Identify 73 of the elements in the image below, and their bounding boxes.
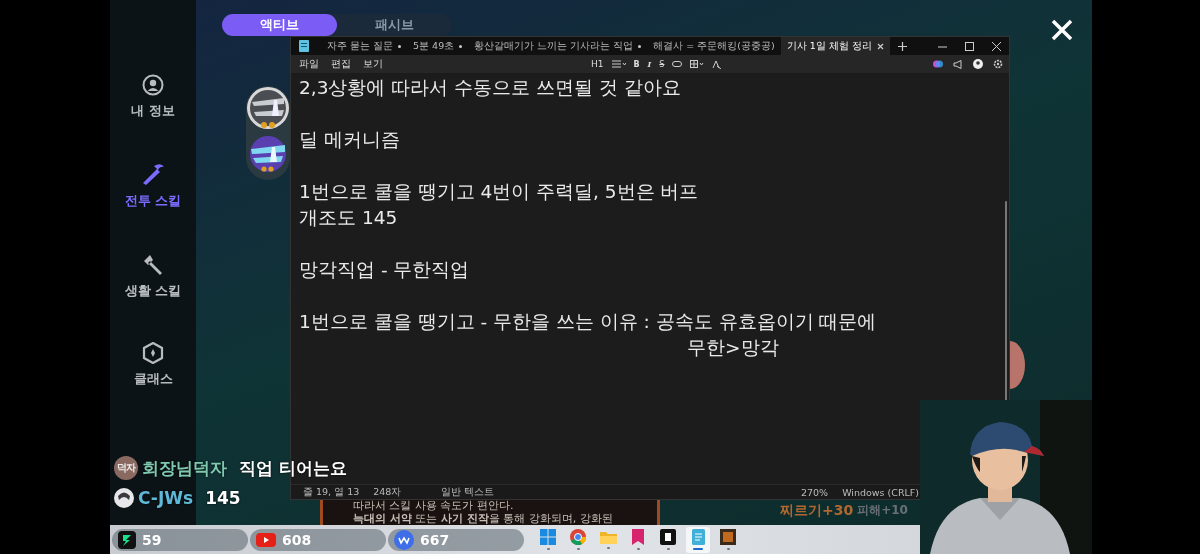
circle-logo-icon xyxy=(394,529,414,550)
format-button[interactable]: B xyxy=(633,59,640,69)
maximize-icon[interactable] xyxy=(965,41,974,51)
unsaved-dot xyxy=(398,44,402,48)
document-tab[interactable]: 5분 49초 xyxy=(407,37,469,55)
skill-icon[interactable] xyxy=(246,86,290,130)
menu-item[interactable]: 편집 xyxy=(331,57,351,71)
settings-icon[interactable] xyxy=(993,59,1003,69)
bookmark-icon xyxy=(632,529,644,545)
copilot-icon[interactable] xyxy=(933,59,943,69)
start-icon xyxy=(540,529,556,545)
menu-item[interactable]: 보기 xyxy=(363,57,383,71)
viewer-count: 667 xyxy=(420,531,450,548)
text-line: 개조도 145 xyxy=(299,206,398,230)
unsaved-dot xyxy=(638,44,642,48)
close-icon[interactable] xyxy=(992,41,1001,51)
app-icon xyxy=(660,529,676,545)
sidebar-item[interactable]: 클래스 xyxy=(133,342,173,388)
play-icon xyxy=(256,532,276,547)
chat-message: 145 xyxy=(205,488,241,508)
text-line: 무한>망각 xyxy=(686,336,779,360)
table-icon[interactable] xyxy=(690,60,705,68)
viewer-count: 608 xyxy=(282,531,312,548)
megaphone-icon[interactable] xyxy=(953,59,963,69)
text-line: 1번으로 쿨을 땡기고 4번이 주력딜, 5번은 버프 xyxy=(299,180,699,204)
tab[interactable]: 패시브 xyxy=(337,14,452,36)
folder-icon xyxy=(599,530,617,544)
document-tab[interactable]: 황산갈매기가 느끼는 기사라는 직업 xyxy=(468,37,648,55)
chat-message: 직업 티어는요 xyxy=(239,456,347,480)
skill-icon[interactable] xyxy=(248,134,288,174)
character-count: 248자 xyxy=(373,485,402,499)
chat-username: 회장님덕자 xyxy=(142,456,227,480)
document-tab[interactable]: 기사 1일 체험 정리 xyxy=(780,37,890,55)
link-icon[interactable] xyxy=(672,61,683,67)
sidebar-item[interactable]: 생활 스킬 xyxy=(124,252,182,300)
chat-username: C-JWs xyxy=(138,488,194,508)
stat-text: 찌르기+30 xyxy=(780,502,854,520)
sidebar-item[interactable]: 전투 스킬 xyxy=(124,162,182,210)
app-icon xyxy=(720,529,736,545)
new-tab-icon[interactable] xyxy=(897,41,907,51)
line-ending: Windows (CRLF) xyxy=(842,486,919,498)
cursor-position: 줄 19, 열 13 xyxy=(303,485,360,499)
browser-icon xyxy=(570,529,586,545)
stat-text: 피해+10 xyxy=(857,502,908,519)
menu-item[interactable]: 파일 xyxy=(299,57,319,71)
description-text: 늑대의 서약 또는 사기 진작을 통해 강화되며, 강화된 xyxy=(353,512,613,525)
text-line: 1번으로 쿨을 땡기고 - 무한을 쓰는 이유 : 공속도 유효옵이기 때문에 xyxy=(299,310,877,334)
sidebar-item[interactable]: 내 정보 xyxy=(131,74,175,120)
notepad-icon xyxy=(299,40,309,52)
heading-dropdown[interactable]: H1 xyxy=(591,59,604,69)
orb-icon xyxy=(1010,340,1026,390)
scrollbar[interactable] xyxy=(1005,201,1007,401)
document-tab[interactable]: 해결사 = 주문해킹(공중공) xyxy=(647,37,781,55)
close-icon[interactable] xyxy=(876,42,884,50)
viewer-count: 59 xyxy=(142,531,162,548)
account-icon[interactable] xyxy=(973,59,983,69)
text-line: 망각직업 - 무한직업 xyxy=(299,258,470,282)
notepad-icon xyxy=(691,529,705,545)
document-tab[interactable]: 자주 묻는 질문 xyxy=(321,37,408,55)
format-label: 일반 텍스트 xyxy=(441,485,495,499)
lightning-icon xyxy=(118,530,136,549)
text-line: 2,3상황에 따라서 수동으로 쓰면될 것 같아요 xyxy=(299,76,681,100)
class-icon xyxy=(142,342,164,364)
format-button[interactable]: I xyxy=(647,59,652,69)
person-icon xyxy=(142,74,164,96)
format-button[interactable]: S xyxy=(659,59,665,69)
description-text: 따라서 스킬 사용 속도가 편안다. xyxy=(353,500,514,513)
tab[interactable]: 액티브 xyxy=(222,14,337,36)
zoom-level: 270% xyxy=(801,486,829,498)
text-line: 딜 메커니즘 xyxy=(299,128,400,152)
list-icon[interactable] xyxy=(611,60,626,68)
avatar-icon xyxy=(114,488,134,508)
unsaved-dot xyxy=(459,44,463,48)
